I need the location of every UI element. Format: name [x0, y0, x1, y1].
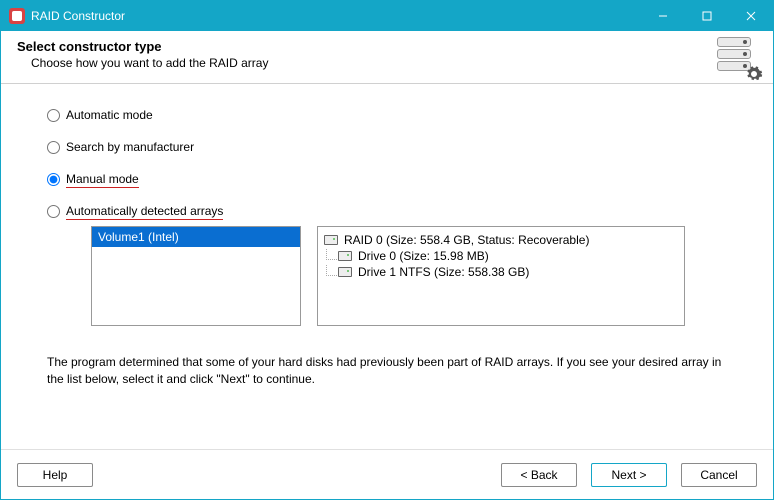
close-button[interactable]: [729, 1, 773, 31]
gear-icon: [745, 65, 763, 83]
content-area: Automatic mode Search by manufacturer Ma…: [1, 84, 773, 449]
wizard-header: Select constructor type Choose how you w…: [1, 31, 773, 84]
radio-manual[interactable]: Manual mode: [47, 172, 737, 186]
wizard-header-text: Select constructor type Choose how you w…: [17, 39, 717, 70]
radio-manufacturer-input[interactable]: [47, 141, 60, 154]
titlebar: RAID Constructor: [1, 1, 773, 31]
radio-detected-input[interactable]: [47, 205, 60, 218]
help-button[interactable]: Help: [17, 463, 93, 487]
page-title: Select constructor type: [17, 39, 717, 54]
radio-automatic-label: Automatic mode: [66, 108, 153, 122]
array-details-tree[interactable]: RAID 0 (Size: 558.4 GB, Status: Recovera…: [317, 226, 685, 326]
list-item[interactable]: Volume1 (Intel): [92, 227, 300, 247]
radio-detected[interactable]: Automatically detected arrays: [47, 204, 737, 218]
radio-manufacturer-label: Search by manufacturer: [66, 140, 194, 154]
drive-icon: [338, 251, 352, 261]
raid-icon: [717, 37, 757, 77]
raid-drive-icon: [324, 235, 338, 245]
hint-text: The program determined that some of your…: [47, 354, 737, 389]
cancel-button[interactable]: Cancel: [681, 463, 757, 487]
tree-root[interactable]: RAID 0 (Size: 558.4 GB, Status: Recovera…: [324, 233, 678, 247]
window-title: RAID Constructor: [31, 9, 641, 23]
back-button[interactable]: < Back: [501, 463, 577, 487]
tree-child1-label: Drive 1 NTFS (Size: 558.38 GB): [358, 265, 529, 279]
tree-child[interactable]: Drive 0 (Size: 15.98 MB): [338, 249, 678, 263]
next-button[interactable]: Next >: [591, 463, 667, 487]
tree-root-label: RAID 0 (Size: 558.4 GB, Status: Recovera…: [344, 233, 589, 247]
radio-manual-label: Manual mode: [66, 172, 139, 186]
radio-manual-input[interactable]: [47, 173, 60, 186]
radio-detected-label: Automatically detected arrays: [66, 204, 223, 218]
radio-manufacturer[interactable]: Search by manufacturer: [47, 140, 737, 154]
drive-icon: [338, 267, 352, 277]
app-icon: [9, 8, 25, 24]
tree-child[interactable]: Drive 1 NTFS (Size: 558.38 GB): [338, 265, 678, 279]
page-subtitle: Choose how you want to add the RAID arra…: [31, 56, 717, 70]
wizard-footer: Help < Back Next > Cancel: [1, 449, 773, 499]
radio-automatic-input[interactable]: [47, 109, 60, 122]
radio-automatic[interactable]: Automatic mode: [47, 108, 737, 122]
maximize-button[interactable]: [685, 1, 729, 31]
tree-child0-label: Drive 0 (Size: 15.98 MB): [358, 249, 489, 263]
detected-panels: Volume1 (Intel) RAID 0 (Size: 558.4 GB, …: [91, 226, 737, 326]
minimize-button[interactable]: [641, 1, 685, 31]
window: RAID Constructor Select constructor type…: [0, 0, 774, 500]
detected-arrays-list[interactable]: Volume1 (Intel): [91, 226, 301, 326]
